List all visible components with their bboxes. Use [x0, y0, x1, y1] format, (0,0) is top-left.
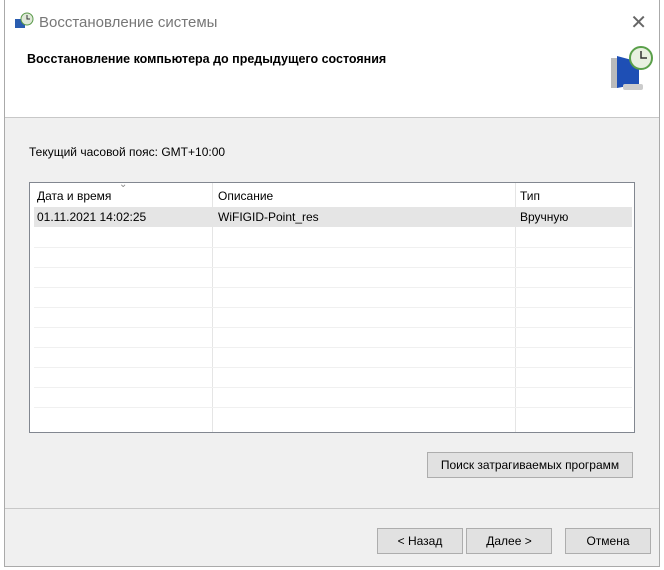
column-header-date[interactable]: Дата и время	[37, 189, 111, 203]
column-header-type[interactable]: Тип	[520, 189, 540, 203]
header-area: Восстановление системы ✕ Восстановление …	[5, 0, 659, 118]
back-button[interactable]: < Назад	[377, 528, 463, 554]
restore-points-table: Дата и время ⌄ Описание Тип 01.11.2021 1…	[29, 179, 635, 433]
window-title: Восстановление системы	[39, 14, 218, 31]
column-header-description[interactable]: Описание	[218, 189, 273, 203]
system-restore-window: Восстановление системы ✕ Восстановление …	[4, 0, 660, 567]
row-date: 01.11.2021 14:02:25	[37, 210, 147, 224]
close-icon[interactable]: ✕	[630, 10, 647, 35]
system-restore-icon	[611, 46, 653, 90]
table-row[interactable]: 01.11.2021 14:02:25 WiFIGID-Point_res Вр…	[34, 207, 632, 227]
divider	[5, 508, 659, 509]
cancel-button[interactable]: Отмена	[565, 528, 651, 554]
sort-chevron-icon: ⌄	[119, 179, 128, 190]
page-title: Восстановление компьютера до предыдущего…	[27, 52, 387, 66]
table-header: Дата и время ⌄ Описание Тип	[30, 179, 634, 207]
next-button[interactable]: Далее >	[466, 528, 552, 554]
timezone-label: Текущий часовой пояс: GMT+10:00	[29, 145, 226, 159]
scan-affected-programs-button[interactable]: Поиск затрагиваемых программ	[427, 452, 633, 478]
system-restore-icon	[15, 12, 34, 28]
row-description: WiFIGID-Point_res	[218, 210, 319, 224]
row-type: Вручную	[520, 210, 569, 224]
